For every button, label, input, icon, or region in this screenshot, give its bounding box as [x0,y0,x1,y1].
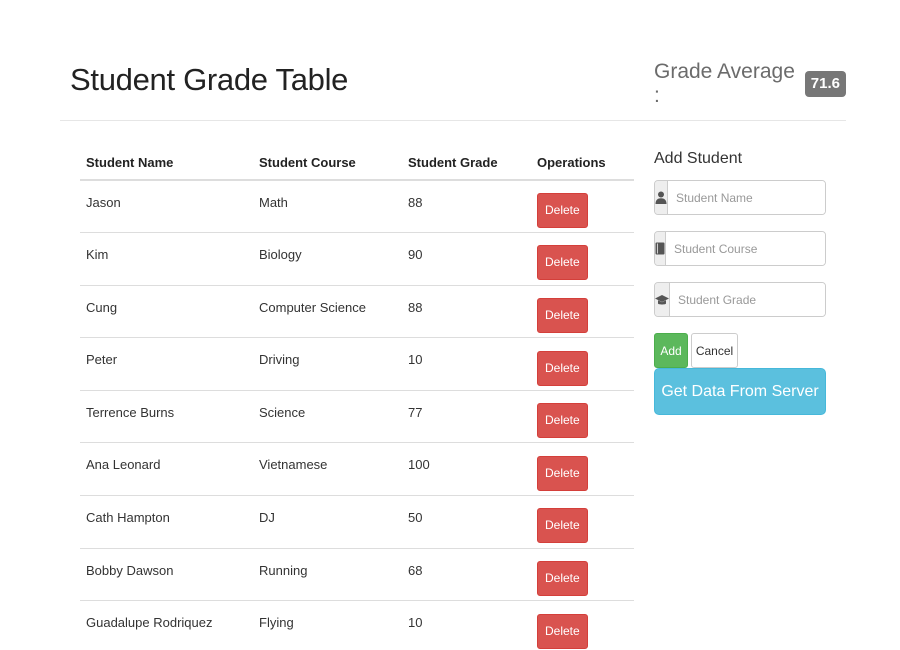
operations-cell: Delete [531,495,634,549]
student-name-cell: Peter [80,337,253,391]
student-course-input-group [654,231,826,266]
student-course-cell: Driving [253,337,402,391]
form-button-row: Add Cancel [654,333,826,368]
delete-button[interactable]: Delete [537,245,588,281]
student-course-input[interactable] [666,232,825,265]
cancel-button[interactable]: Cancel [691,333,738,368]
student-grade-cell: 88 [402,284,531,338]
delete-button[interactable]: Delete [537,297,588,333]
book-icon [655,232,666,265]
delete-button[interactable]: Delete [537,508,588,544]
operations-cell: Delete [531,179,634,233]
column-header-name[interactable]: Student Name [80,145,253,181]
table-row: Cung Computer Science 88 Delete [80,284,634,338]
student-course-cell: Math [253,179,402,233]
student-name-cell: Cath Hampton [80,495,253,549]
operations-cell: Delete [531,337,634,391]
student-grade-input[interactable] [670,283,825,316]
table-row: Peter Driving 10 Delete [80,337,634,391]
table-row: Ana Leonard Vietnamese 100 Delete [80,442,634,496]
student-name-cell: Terrence Burns [80,389,253,443]
table-row: Kim Biology 90 Delete [80,232,634,286]
table-header-row: Student Name Student Course Student Grad… [80,145,634,181]
student-grade-input-group [654,282,826,317]
student-grade-cell: 88 [402,179,531,233]
operations-cell: Delete [531,442,634,496]
table-row: Guadalupe Rodriquez Flying 10 Delete [80,600,634,650]
table-row: Bobby Dawson Running 68 Delete [80,547,634,601]
add-student-panel: Add Student Student Name Student Course … [654,150,826,415]
table-row: Cath Hampton DJ 50 Delete [80,495,634,549]
page: Student Grade Table Grade Average : 71.6… [0,0,900,650]
delete-button[interactable]: Delete [537,350,588,386]
student-grade-cell: 50 [402,495,531,549]
student-course-cell: Biology [253,232,402,286]
student-course-cell: Flying [253,600,402,650]
student-course-cell: Vietnamese [253,442,402,496]
student-name-input-group [654,180,826,215]
add-button[interactable]: Add [654,333,688,368]
page-title: Student Grade Table [70,62,349,97]
grade-average-badge: 71.6 [804,71,846,97]
student-name-cell: Ana Leonard [80,442,253,496]
student-name-cell: Jason [80,179,253,233]
student-grade-cell: 68 [402,547,531,601]
column-header-course[interactable]: Student Course [253,145,402,181]
operations-cell: Delete [531,389,634,443]
student-grade-cell: 77 [402,389,531,443]
student-name-input[interactable] [668,181,825,214]
student-name-cell: Cung [80,284,253,338]
delete-button[interactable]: Delete [537,403,588,439]
student-name-cell: Guadalupe Rodriquez [80,600,253,650]
operations-cell: Delete [531,547,634,601]
grade-average-label: Grade Average : [654,60,795,107]
column-header-operations: Operations [531,145,634,181]
header: Student Grade Table Grade Average : 71.6 [60,0,846,121]
operations-cell: Delete [531,284,634,338]
operations-cell: Delete [531,600,634,650]
student-grade-table: Student Name Student Course Student Grad… [80,145,634,650]
column-header-grade[interactable]: Student Grade [402,145,531,181]
grade-average: Grade Average : 71.6 [654,60,846,108]
table-row: Jason Math 88 Delete [80,179,634,233]
student-name-cell: Kim [80,232,253,286]
table-row: Terrence Burns Science 77 Delete [80,389,634,443]
student-grade-cell: 10 [402,337,531,391]
student-course-cell: Science [253,389,402,443]
delete-button[interactable]: Delete [537,455,588,491]
student-grade-cell: 90 [402,232,531,286]
graduation-cap-icon [655,283,670,316]
student-course-cell: DJ [253,495,402,549]
add-student-title: Add Student [654,150,743,167]
get-data-from-server-button[interactable]: Get Data From Server [654,368,826,415]
student-course-cell: Computer Science [253,284,402,338]
delete-button[interactable]: Delete [537,613,588,649]
delete-button[interactable]: Delete [537,193,588,229]
delete-button[interactable]: Delete [537,560,588,596]
student-course-cell: Running [253,547,402,601]
student-grade-cell: 10 [402,600,531,650]
user-icon [655,181,668,214]
table-body: Jason Math 88 Delete Kim Biology 90 Delete Cung C… [80,179,634,650]
student-grade-cell: 100 [402,442,531,496]
operations-cell: Delete [531,232,634,286]
student-name-cell: Bobby Dawson [80,547,253,601]
